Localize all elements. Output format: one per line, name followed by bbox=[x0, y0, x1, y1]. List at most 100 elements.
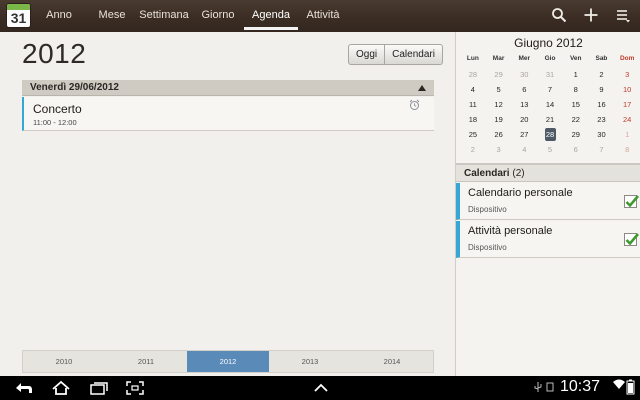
calendar-day[interactable]: 29 bbox=[486, 67, 512, 82]
calendar-day[interactable]: 12 bbox=[486, 97, 512, 112]
week-row: 28 29 30 31 1 2 3 bbox=[460, 67, 640, 82]
tab-giorno[interactable]: Giorno bbox=[196, 0, 240, 32]
tab-attivita[interactable]: Attività bbox=[302, 0, 344, 32]
day-number: 3 bbox=[496, 145, 501, 154]
weekday-header-row: Lun Mar Mer Gio Ven Sab Dom bbox=[460, 55, 640, 62]
day-number: 7 bbox=[547, 85, 553, 94]
search-icon[interactable] bbox=[546, 0, 574, 32]
calendar-day[interactable]: 30 bbox=[511, 67, 537, 82]
tab-agenda[interactable]: Agenda bbox=[244, 0, 298, 32]
calendar-day[interactable]: 5 bbox=[486, 82, 512, 97]
calendar-day[interactable]: 6 bbox=[511, 82, 537, 97]
calendar-day[interactable]: 1 bbox=[614, 127, 640, 142]
calendar-day[interactable]: 8 bbox=[614, 142, 640, 157]
event-item[interactable]: Concerto 11:00 - 12:00 bbox=[22, 97, 434, 131]
calendar-day[interactable]: 3 bbox=[614, 67, 640, 82]
calendar-day[interactable]: 18 bbox=[460, 112, 486, 127]
calendar-day[interactable]: 30 bbox=[589, 127, 615, 142]
day-number: 11 bbox=[468, 100, 477, 109]
calendar-day[interactable]: 14 bbox=[537, 97, 563, 112]
chevron-up-icon[interactable] bbox=[304, 376, 336, 400]
calendar-day[interactable]: 29 bbox=[563, 127, 589, 142]
screenshot-icon[interactable] bbox=[118, 376, 150, 400]
back-icon[interactable] bbox=[6, 376, 38, 400]
calendar-day[interactable]: 3 bbox=[486, 142, 512, 157]
day-number: 23 bbox=[597, 115, 606, 124]
calendar-day[interactable]: 9 bbox=[589, 82, 615, 97]
calendar-visible-checkbox[interactable] bbox=[624, 233, 639, 246]
calendar-day[interactable]: 8 bbox=[563, 82, 589, 97]
day-number: 6 bbox=[522, 85, 527, 94]
calendar-item-activities[interactable]: Attività personale Dispositivo bbox=[456, 221, 640, 258]
calendar-day[interactable]: 25 bbox=[460, 127, 486, 142]
calendar-day[interactable]: 15 bbox=[563, 97, 589, 112]
calendar-day[interactable]: 10 bbox=[614, 82, 640, 97]
calendar-day[interactable]: 7 bbox=[589, 142, 615, 157]
calendar-item-personal[interactable]: Calendario personale Dispositivo bbox=[456, 183, 640, 220]
day-number: 14 bbox=[545, 100, 555, 109]
day-number: 30 bbox=[520, 70, 529, 79]
year-option-2014[interactable]: 2014 bbox=[351, 351, 433, 372]
calendar-visible-checkbox[interactable] bbox=[624, 195, 639, 208]
tab-mese[interactable]: Mese bbox=[92, 0, 132, 32]
calendar-day[interactable]: 28 bbox=[460, 67, 486, 82]
calendar-day[interactable]: 2 bbox=[589, 67, 615, 82]
day-number: 4 bbox=[522, 145, 527, 154]
year-option-2010[interactable]: 2010 bbox=[23, 351, 105, 372]
home-icon[interactable] bbox=[44, 376, 76, 400]
calendar-source: Dispositivo bbox=[468, 205, 507, 214]
day-number: 17 bbox=[623, 100, 632, 109]
day-number: 9 bbox=[599, 85, 604, 94]
action-bar: 31 Anno Mese Settimana Giorno Agenda Att… bbox=[0, 0, 640, 32]
date-header-label: Venerdì 29/06/2012 bbox=[30, 82, 119, 93]
collapse-arrow-icon[interactable] bbox=[418, 85, 426, 91]
day-number: 2 bbox=[599, 70, 604, 79]
calendar-day[interactable]: 17 bbox=[614, 97, 640, 112]
battery-icon bbox=[626, 379, 635, 395]
year-option-2012[interactable]: 2012 bbox=[187, 351, 269, 372]
year-option-2013[interactable]: 2013 bbox=[269, 351, 351, 372]
day-number: 5 bbox=[547, 145, 553, 154]
calendar-day[interactable]: 19 bbox=[486, 112, 512, 127]
calendar-day[interactable]: 24 bbox=[614, 112, 640, 127]
day-number: 5 bbox=[496, 85, 501, 94]
day-number: 25 bbox=[468, 130, 478, 139]
year-option-2011[interactable]: 2011 bbox=[105, 351, 187, 372]
system-navigation-bar: 10:37 bbox=[0, 376, 640, 400]
calendars-button[interactable]: Calendari bbox=[384, 45, 442, 64]
day-number: 30 bbox=[597, 130, 606, 139]
side-panel: Giugno 2012 Lun Mar Mer Gio Ven Sab Dom 28 29 30… bbox=[455, 32, 640, 376]
calendar-day[interactable]: 6 bbox=[563, 142, 589, 157]
calendar-day[interactable]: 11 bbox=[460, 97, 486, 112]
calendar-day[interactable]: 4 bbox=[460, 82, 486, 97]
tab-anno[interactable]: Anno bbox=[40, 0, 78, 32]
overflow-menu-icon[interactable] bbox=[610, 0, 638, 32]
calendar-day[interactable]: 31 bbox=[537, 67, 563, 82]
calendar-day[interactable]: 23 bbox=[589, 112, 615, 127]
weekday-label: Dom bbox=[619, 55, 635, 62]
calendar-app-icon[interactable]: 31 bbox=[7, 4, 30, 27]
calendar-day[interactable]: 21 bbox=[537, 112, 563, 127]
calendar-day[interactable]: 4 bbox=[511, 142, 537, 157]
calendar-day[interactable]: 20 bbox=[511, 112, 537, 127]
date-group-header[interactable]: Venerdì 29/06/2012 bbox=[22, 80, 434, 96]
weekday-label: Sab bbox=[595, 55, 608, 62]
calendar-day[interactable]: 13 bbox=[511, 97, 537, 112]
today-button[interactable]: Oggi bbox=[349, 45, 384, 64]
calendar-day-selected[interactable]: 28 bbox=[537, 127, 563, 142]
calendar-day[interactable]: 27 bbox=[511, 127, 537, 142]
tab-settimana[interactable]: Settimana bbox=[138, 0, 190, 32]
calendar-day[interactable]: 7 bbox=[537, 82, 563, 97]
calendar-day[interactable]: 2 bbox=[460, 142, 486, 157]
calendar-day[interactable]: 26 bbox=[486, 127, 512, 142]
calendar-day[interactable]: 22 bbox=[563, 112, 589, 127]
calendar-day[interactable]: 1 bbox=[563, 67, 589, 82]
check-icon bbox=[625, 195, 639, 208]
calendar-day[interactable]: 5 bbox=[537, 142, 563, 157]
agenda-year-title: 2012 bbox=[22, 38, 87, 69]
plus-icon[interactable] bbox=[578, 0, 606, 32]
calendar-day[interactable]: 16 bbox=[589, 97, 615, 112]
recent-apps-icon[interactable] bbox=[82, 376, 114, 400]
weekday-label: Gio bbox=[544, 55, 556, 62]
mini-calendar-title[interactable]: Giugno 2012 bbox=[456, 36, 640, 50]
